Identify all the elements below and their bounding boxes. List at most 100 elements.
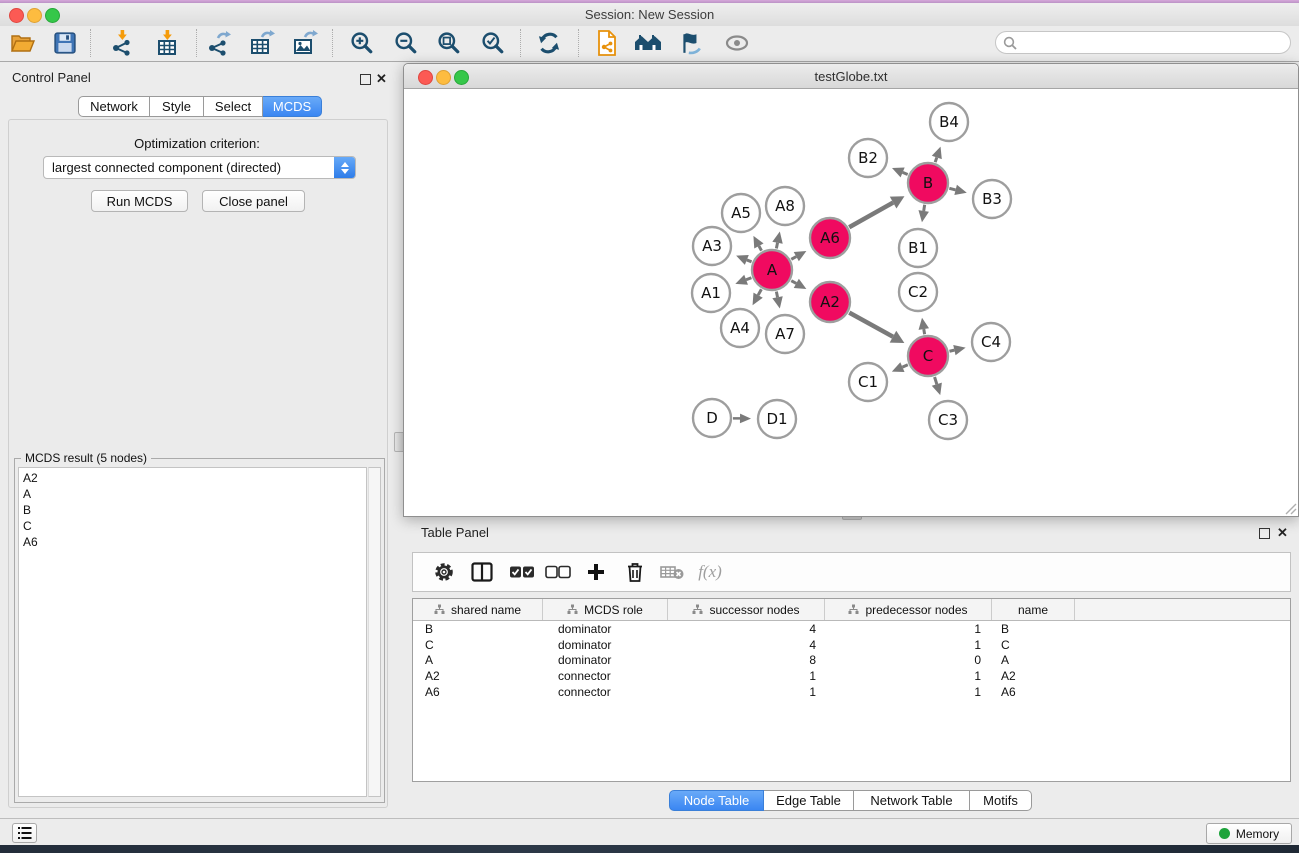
tab-node-table[interactable]: Node Table	[669, 790, 764, 811]
delete-table-icon[interactable]	[655, 556, 689, 588]
hide-graphics-details-icon[interactable]	[673, 26, 709, 60]
graph-node-C[interactable]: C	[908, 336, 948, 376]
select-all-icon[interactable]	[505, 556, 539, 588]
task-history-button[interactable]	[12, 823, 37, 843]
first-neighbors-icon[interactable]	[630, 26, 666, 60]
network-window-titlebar[interactable]: testGlobe.txt	[404, 64, 1298, 89]
zoom-fit-icon[interactable]	[431, 26, 467, 60]
tab-network-table[interactable]: Network Table	[854, 790, 970, 811]
table-panel-float-icon[interactable]	[1259, 528, 1270, 539]
table-settings-icon[interactable]	[427, 556, 461, 588]
graph-edge[interactable]	[776, 243, 777, 249]
table-row[interactable]: Adominator80A	[413, 653, 1290, 669]
function-builder-icon[interactable]: f(x)	[693, 556, 727, 588]
graph-edge[interactable]	[776, 292, 777, 298]
graph-edge[interactable]	[747, 260, 752, 262]
zoom-in-icon[interactable]	[344, 26, 380, 60]
graph-node-A1[interactable]: A1	[692, 274, 730, 312]
import-table-icon[interactable]	[149, 26, 185, 60]
graph-edge[interactable]	[924, 205, 925, 211]
graph-edge[interactable]	[949, 350, 954, 351]
graph-edge[interactable]	[902, 365, 907, 367]
mcds-result-item[interactable]: A6	[23, 534, 366, 550]
import-network-icon[interactable]	[104, 26, 140, 60]
show-graphics-details-icon[interactable]	[719, 26, 755, 60]
graph-node-A[interactable]: A	[752, 250, 792, 290]
graph-edge[interactable]	[849, 313, 893, 337]
column-header-mcds-role[interactable]: MCDS role	[543, 599, 668, 620]
save-session-icon[interactable]	[47, 26, 83, 60]
mcds-result-item[interactable]: C	[23, 518, 366, 534]
graph-node-D[interactable]: D	[693, 399, 731, 437]
table-row[interactable]: A6connector11A6	[413, 684, 1290, 700]
graph-node-C1[interactable]: C1	[849, 363, 887, 401]
graph-node-C4[interactable]: C4	[972, 323, 1010, 361]
graph-node-B1[interactable]: B1	[899, 229, 937, 267]
tab-edge-table[interactable]: Edge Table	[764, 790, 854, 811]
column-header-name[interactable]: name	[992, 599, 1075, 620]
tab-network[interactable]: Network	[78, 96, 150, 117]
table-row[interactable]: Bdominator41B	[413, 621, 1290, 637]
control-panel-close-icon[interactable]: ✕	[376, 72, 387, 85]
graph-node-A6[interactable]: A6	[810, 218, 850, 258]
export-image-icon[interactable]	[287, 26, 323, 60]
network-canvas[interactable]: B4B2BB3A8A5A6A3B1AA1C2A2A4A7C4CC1DD1C3	[404, 89, 1298, 516]
graph-edge[interactable]	[791, 281, 796, 284]
column-header-successor-nodes[interactable]: successor nodes	[668, 599, 825, 620]
tab-motifs[interactable]: Motifs	[970, 790, 1032, 811]
graph-edge[interactable]	[758, 289, 761, 295]
mcds-result-item[interactable]: A	[23, 486, 366, 502]
minimize-window-button[interactable]	[27, 8, 42, 23]
table-row[interactable]: A2connector11A2	[413, 668, 1290, 684]
graph-node-A2[interactable]: A2	[810, 282, 850, 322]
control-panel-float-icon[interactable]	[360, 74, 371, 85]
graph-edge[interactable]	[949, 188, 955, 190]
graph-node-C3[interactable]: C3	[929, 401, 967, 439]
zoom-selected-icon[interactable]	[475, 26, 511, 60]
graph-node-B2[interactable]: B2	[849, 139, 887, 177]
graph-edge[interactable]	[746, 278, 751, 280]
graph-node-B3[interactable]: B3	[973, 180, 1011, 218]
optimization-select[interactable]: largest connected component (directed)	[43, 156, 356, 179]
graph-node-A8[interactable]: A8	[766, 187, 804, 225]
network-zoom-button[interactable]	[454, 70, 469, 85]
zoom-out-icon[interactable]	[388, 26, 424, 60]
show-columns-icon[interactable]	[465, 556, 499, 588]
column-header-predecessor-nodes[interactable]: predecessor nodes	[825, 599, 992, 620]
refresh-icon[interactable]	[531, 26, 567, 60]
close-panel-button[interactable]: Close panel	[202, 190, 305, 212]
delete-row-icon[interactable]	[618, 556, 652, 588]
graph-edge[interactable]	[849, 203, 893, 228]
graph-nodes[interactable]: B4B2BB3A8A5A6A3B1AA1C2A2A4A7C4CC1DD1C3	[692, 103, 1011, 439]
new-network-from-selection-icon[interactable]	[589, 26, 625, 60]
tab-style[interactable]: Style	[150, 96, 204, 117]
zoom-window-button[interactable]	[45, 8, 60, 23]
graph-node-A5[interactable]: A5	[722, 194, 760, 232]
run-mcds-button[interactable]: Run MCDS	[91, 190, 188, 212]
graph-node-B4[interactable]: B4	[930, 103, 968, 141]
tab-mcds[interactable]: MCDS	[263, 96, 322, 117]
graph-edge[interactable]	[903, 172, 908, 174]
table-panel-close-icon[interactable]: ✕	[1277, 526, 1288, 539]
graph-edge[interactable]	[791, 257, 796, 260]
network-close-button[interactable]	[418, 70, 433, 85]
graph-node-B[interactable]: B	[908, 163, 948, 203]
open-session-icon[interactable]	[5, 26, 41, 60]
export-table-icon[interactable]	[244, 26, 280, 60]
tab-select[interactable]: Select	[204, 96, 263, 117]
memory-button[interactable]: Memory	[1206, 823, 1292, 844]
window-resize-handle[interactable]	[1285, 503, 1297, 515]
graph-edge[interactable]	[935, 157, 937, 162]
table-row[interactable]: Cdominator41C	[413, 637, 1290, 653]
deselect-all-icon[interactable]	[541, 556, 575, 588]
graph-node-A7[interactable]: A7	[766, 315, 804, 353]
graph-node-A3[interactable]: A3	[693, 227, 731, 265]
mcds-result-item[interactable]: B	[23, 502, 366, 518]
graph-node-C2[interactable]: C2	[899, 273, 937, 311]
mcds-result-item[interactable]: A2	[23, 470, 366, 486]
close-window-button[interactable]	[9, 8, 24, 23]
column-header-shared-name[interactable]: shared name	[413, 599, 543, 620]
graph-edge[interactable]	[924, 329, 925, 334]
graph-edge[interactable]	[935, 377, 937, 384]
search-input[interactable]	[995, 31, 1291, 54]
